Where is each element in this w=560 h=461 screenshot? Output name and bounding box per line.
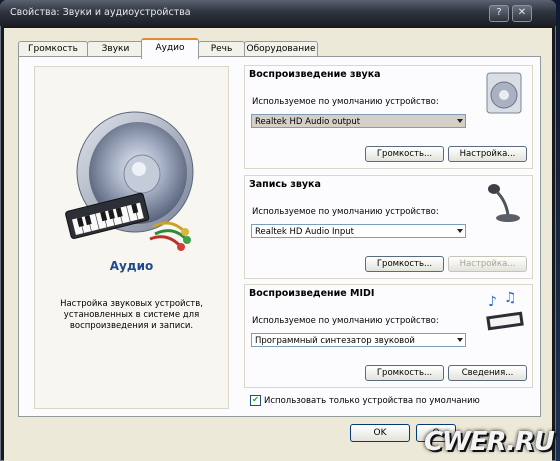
playback-group: Воспроизведение звука Используемое по ум… <box>244 65 533 169</box>
default-devices-only-label: Использовать только устройства по умолча… <box>264 396 480 406</box>
audio-heading: Аудио <box>109 259 154 273</box>
midi-title: Воспроизведение MIDI <box>249 288 375 299</box>
microphone-icon <box>488 184 520 222</box>
recording-title: Запись звука <box>249 179 321 190</box>
tab-hardware[interactable]: Оборудование <box>244 41 318 57</box>
dialog-client: Громкость Звуки Аудио Речь Оборудование <box>4 28 552 461</box>
audio-overview-pane: Аудио Настройка звуковых устройств, уста… <box>34 66 229 409</box>
chevron-down-icon <box>457 338 463 342</box>
midi-volume-button[interactable]: Громкость... <box>365 365 444 381</box>
svg-text:♪: ♪ <box>488 294 497 310</box>
recording-volume-button[interactable]: Громкость... <box>365 256 444 272</box>
chevron-down-icon <box>457 119 463 123</box>
audio-description: Настройка звуковых устройств, установлен… <box>60 299 203 331</box>
tab-volume[interactable]: Громкость <box>18 41 88 57</box>
midi-details-button[interactable]: Сведения... <box>448 365 527 381</box>
svg-text:♫: ♫ <box>504 290 517 306</box>
speaker-icon <box>486 72 522 114</box>
playback-volume-button[interactable]: Громкость... <box>365 146 444 162</box>
dialog-window: Свойства: Звуки и аудиоустройства ? ✕ Гр… <box>0 0 556 461</box>
tab-panel-audio: Аудио Настройка звуковых устройств, уста… <box>18 56 541 417</box>
default-devices-only-checkbox[interactable]: ✔ Использовать только устройства по умолч… <box>250 395 480 406</box>
speaker-keyboard-icon <box>65 111 194 251</box>
tab-sounds[interactable]: Звуки <box>87 41 144 57</box>
window-title: Свойства: Звуки и аудиоустройства <box>10 7 191 18</box>
watermark-logo: CWER.RU <box>423 427 555 457</box>
recording-group: Запись звука Используемое по умолчанию у… <box>244 175 533 279</box>
playback-device-select[interactable]: Realtek HD Audio output <box>251 114 466 128</box>
playback-title: Воспроизведение звука <box>249 69 381 80</box>
recording-settings-button: Настройка... <box>448 256 527 272</box>
close-button[interactable]: ✕ <box>512 5 532 22</box>
help-button[interactable]: ? <box>489 5 509 22</box>
playback-device-value: Realtek HD Audio output <box>255 117 361 127</box>
recording-device-select[interactable]: Realtek HD Audio Input <box>251 224 466 238</box>
recording-device-label: Используемое по умолчанию устройство: <box>252 207 439 217</box>
tab-speech[interactable]: Речь <box>198 41 245 57</box>
title-bar[interactable]: Свойства: Звуки и аудиоустройства ? ✕ <box>0 0 556 26</box>
playback-device-label: Используемое по умолчанию устройство: <box>252 97 439 107</box>
midi-device-value: Программный синтезатор звуковой <box>255 336 415 346</box>
chevron-down-icon <box>457 229 463 233</box>
midi-device-select[interactable]: Программный синтезатор звуковой <box>251 333 466 347</box>
ok-button[interactable]: OK <box>350 424 410 442</box>
checkmark-icon: ✔ <box>250 395 261 406</box>
midi-group: Воспроизведение MIDI Используемое по умо… <box>244 284 533 388</box>
recording-device-value: Realtek HD Audio Input <box>255 227 355 237</box>
tab-audio[interactable]: Аудио <box>141 38 199 59</box>
midi-device-label: Используемое по умолчанию устройство: <box>252 316 439 326</box>
midi-keyboard-icon: ♪ ♫ <box>486 290 524 331</box>
playback-settings-button[interactable]: Настройка... <box>448 146 527 162</box>
